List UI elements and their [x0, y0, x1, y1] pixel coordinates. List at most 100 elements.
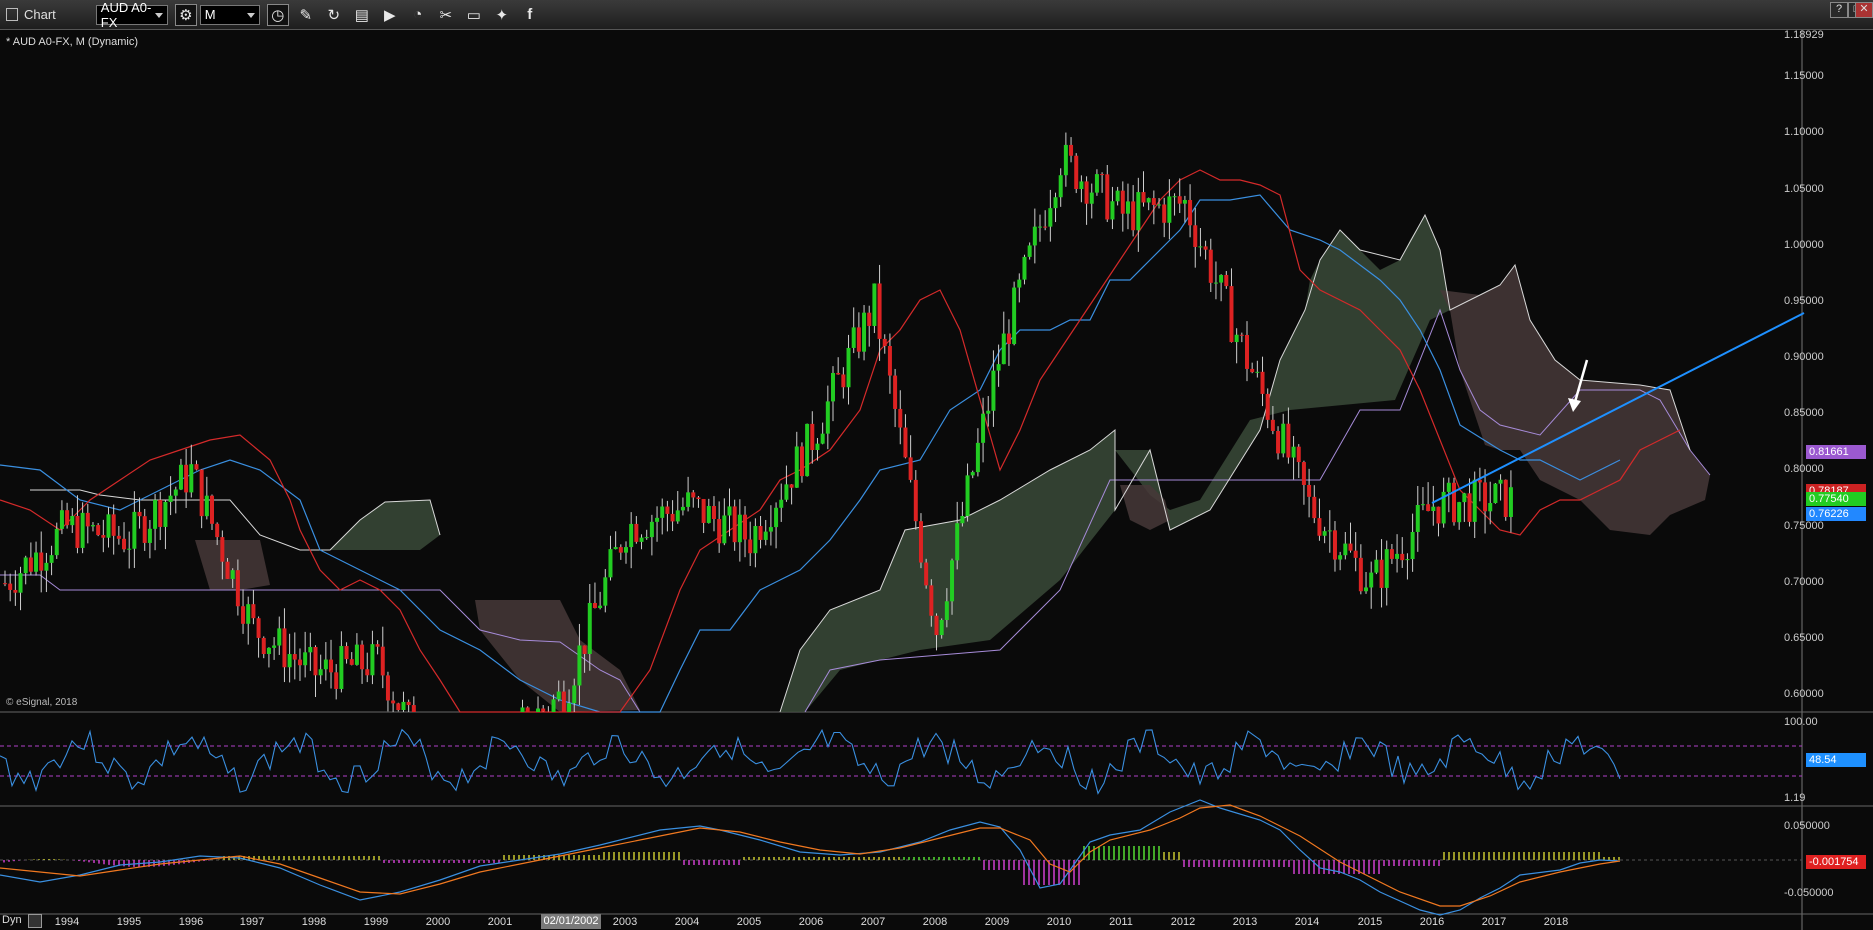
candle-body: [717, 519, 722, 544]
candle-body: [1043, 226, 1048, 228]
y-tick: 0.75000: [1784, 520, 1824, 532]
candle-body: [758, 526, 763, 540]
candle-body: [1125, 201, 1130, 214]
candle-body: [1012, 287, 1017, 345]
twitter-button[interactable]: ✦: [491, 4, 513, 26]
candle-body: [1353, 550, 1358, 558]
candle-body: [303, 652, 308, 666]
alert-button[interactable]: ◔: [407, 4, 429, 26]
candle-body: [1498, 479, 1503, 484]
candle-body: [825, 401, 830, 434]
candle-body: [784, 484, 789, 500]
candle-body: [70, 515, 75, 526]
candle-body: [266, 647, 271, 655]
y-tick: 1.15000: [1784, 70, 1824, 82]
candle-body: [525, 707, 530, 712]
candle-body: [1079, 181, 1084, 190]
candle-body: [1136, 192, 1141, 231]
candle-body: [235, 570, 240, 607]
candle-body: [851, 327, 856, 348]
y-tick: 0.70000: [1784, 576, 1824, 588]
crosshair-date-label: 02/01/2002: [541, 914, 601, 929]
y-tick: 1.05000: [1784, 183, 1824, 195]
template-icon: ▤: [354, 6, 369, 24]
candle-body: [711, 506, 716, 520]
macd-line: [0, 799, 1621, 916]
price-tag-cloud: 0.81661: [1806, 445, 1866, 459]
candle-body: [127, 548, 132, 550]
candle-body: [608, 549, 613, 578]
chart-canvas[interactable]: [0, 30, 1873, 930]
candle-body: [1151, 198, 1156, 205]
candle-body: [1188, 199, 1193, 226]
candle-body: [970, 472, 975, 476]
close-button[interactable]: ✕: [1855, 2, 1873, 18]
candle-body: [877, 283, 882, 339]
candle-body: [908, 457, 913, 480]
refresh-button[interactable]: ↻: [323, 4, 345, 26]
comment-button[interactable]: ▭: [463, 4, 485, 26]
facebook-button[interactable]: f: [519, 4, 541, 26]
candle-body: [1193, 225, 1198, 247]
candle-body: [1260, 371, 1265, 394]
interval-clock-button[interactable]: ◷: [266, 3, 289, 26]
candle-body: [1410, 531, 1415, 560]
y-tick: 0.85000: [1784, 407, 1824, 419]
interval-combo[interactable]: M: [199, 4, 260, 25]
candle-body: [354, 644, 359, 665]
x-tick-year: 1994: [54, 916, 80, 928]
candle-body: [1493, 483, 1498, 504]
candle-body: [106, 514, 111, 538]
candle-body: [199, 469, 204, 517]
candle-body: [644, 537, 649, 539]
candle-body: [1286, 423, 1291, 458]
x-tick-year: 2006: [798, 916, 824, 928]
candle-body: [893, 375, 898, 409]
candle-body: [1265, 393, 1270, 420]
candle-body: [1177, 196, 1182, 204]
candle-body: [820, 433, 825, 444]
candle-body: [8, 583, 13, 590]
candle-body: [546, 711, 551, 713]
candle-body: [1063, 144, 1068, 176]
candle-body: [996, 364, 1001, 371]
x-tick-year: 2014: [1294, 916, 1320, 928]
y-tick: 0.60000: [1784, 688, 1824, 700]
x-tick-year: 2001: [487, 916, 513, 928]
candle-body: [722, 515, 727, 544]
tools-button[interactable]: ✂: [435, 4, 457, 26]
candle-body: [1472, 479, 1477, 522]
candle-body: [1369, 572, 1374, 588]
candle-body: [624, 547, 628, 553]
candle-body: [297, 659, 302, 666]
candle-body: [748, 539, 753, 554]
draw-tool-button[interactable]: ✎: [295, 4, 317, 26]
candle-body: [116, 535, 121, 539]
candle-body: [406, 701, 411, 706]
candle-body: [411, 705, 416, 712]
candle-body: [173, 489, 178, 496]
candle-body: [1017, 279, 1022, 288]
scroll-toggle-button[interactable]: [28, 914, 42, 928]
candle-body: [96, 525, 101, 536]
candle-body: [763, 531, 768, 540]
candle-body: [551, 699, 556, 712]
candle-body: [1001, 333, 1006, 365]
candle-body: [727, 506, 732, 516]
x-tick-year: 2013: [1232, 916, 1258, 928]
candle-body: [794, 446, 799, 488]
help-button[interactable]: ?: [1830, 2, 1848, 18]
symbol-combo[interactable]: AUD A0-FX: [95, 0, 168, 30]
x-tick-year: 2009: [984, 916, 1010, 928]
x-tick-year: 2000: [425, 916, 451, 928]
play-button[interactable]: ▶: [379, 4, 401, 26]
candle-body: [965, 475, 970, 517]
candle-body: [1508, 487, 1513, 517]
candle-body: [660, 506, 665, 518]
symbol-settings-button[interactable]: ⚙: [174, 3, 197, 26]
candle-body: [1307, 484, 1312, 497]
template-button[interactable]: ▤: [351, 4, 373, 26]
candle-body: [1219, 274, 1224, 283]
candle-body: [142, 516, 147, 543]
chevron-down-icon: [246, 12, 255, 18]
